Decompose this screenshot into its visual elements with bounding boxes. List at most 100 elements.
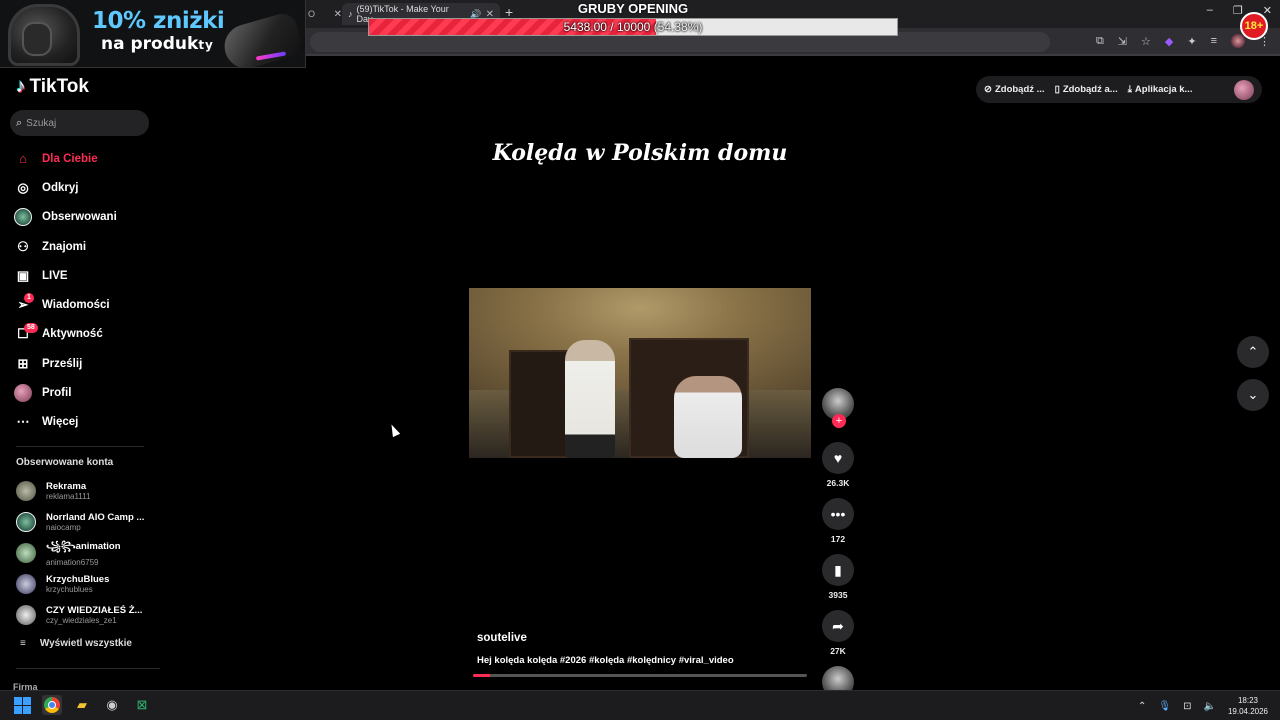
search-icon: ⌕	[16, 116, 23, 129]
bookmark-star-icon[interactable]: ☆	[1141, 35, 1151, 48]
clock[interactable]: 18:23 19.04.2026	[1228, 695, 1268, 717]
list-item[interactable]: KrzychuBlues krzychublues	[16, 568, 156, 599]
list-item[interactable]: ꧁꧂animation animation6759	[16, 538, 156, 569]
clock-time: 18:23	[1237, 696, 1258, 705]
show-all-button[interactable]: ≡ Wyświetl wszystkie	[20, 638, 132, 649]
minimize-button[interactable]: –	[1207, 4, 1213, 17]
search-box[interactable]: ⌕	[10, 110, 149, 136]
sidebar-item-odkryj[interactable]: ◎ Odkryj	[14, 173, 164, 202]
video-author[interactable]: soutelive	[477, 632, 527, 644]
start-button[interactable]	[12, 695, 32, 715]
compass-icon: ◎	[17, 179, 29, 195]
chrome-taskbar-button[interactable]	[42, 695, 62, 715]
extensions-puzzle-icon[interactable]: ✦	[1187, 35, 1196, 48]
bookmark-icon: ▮	[834, 561, 842, 578]
account-name: Rekrama	[46, 481, 87, 493]
close-tab-icon[interactable]: ✕	[334, 9, 342, 20]
list-item[interactable]: Norrland AIO Camp ... naiocamp	[16, 507, 156, 538]
tiktok-logo[interactable]: ♪ TikTok	[16, 76, 89, 98]
list-item[interactable]: Rekrama reklama1111	[16, 476, 156, 507]
tiktok-favicon-icon: ♪	[348, 9, 353, 19]
desktop-app-button[interactable]: ⤓ Aplikacja k...	[1128, 84, 1193, 95]
video-frame-person	[565, 340, 615, 458]
excel-button[interactable]: ⊠	[132, 695, 152, 715]
mouse-cursor-icon	[387, 422, 401, 438]
video-action-bar: + ♥ 26.3K ••• 172 ▮ 3935 ➦ 27K	[821, 388, 855, 698]
extension-icon[interactable]: ◆	[1165, 35, 1173, 48]
obs-icon: ◉	[106, 697, 118, 712]
live-icon: ▣	[16, 267, 30, 283]
browser-profile-icon[interactable]	[1231, 34, 1245, 48]
previous-video-button[interactable]: ⌃	[1237, 336, 1269, 368]
network-icon[interactable]: ⊡	[1183, 701, 1191, 712]
video-progress-fill	[473, 674, 490, 677]
avatar	[16, 512, 36, 533]
reading-list-icon[interactable]: ≡	[1211, 35, 1217, 47]
get-coins-button[interactable]: ⊘ Zdobądź ...	[984, 84, 1045, 95]
list-item[interactable]: CZY WIEDZIAŁEŚ Ż... czy_wiedziales_ze1	[16, 599, 156, 630]
sidebar-item-znajomi[interactable]: ⚇ Znajomi	[14, 232, 164, 261]
volume-icon[interactable]: 🔈	[1204, 701, 1216, 712]
sidebar-item-label: LIVE	[42, 269, 68, 282]
like-count: 26.3K	[826, 478, 850, 488]
divider	[16, 668, 160, 669]
account-handle: reklama1111	[46, 492, 91, 502]
close-window-button[interactable]: ✕	[1263, 4, 1272, 17]
heart-icon: ♥	[833, 450, 843, 466]
follow-plus-icon[interactable]: +	[832, 414, 846, 428]
obs-button[interactable]: ◉	[102, 695, 122, 715]
file-explorer-button[interactable]: ▰	[72, 695, 92, 715]
comment-count: 172	[830, 534, 846, 544]
sidebar-item-profil[interactable]: Profil	[14, 378, 164, 407]
save-button[interactable]: ▮	[822, 554, 854, 586]
sidebar-item-wiadomosci[interactable]: ➢ 1 Wiadomości	[14, 290, 164, 319]
video-player[interactable]	[469, 288, 811, 458]
account-handle: animation6759	[46, 558, 99, 568]
translate-icon[interactable]: ⧉	[1096, 35, 1104, 48]
chevron-up-icon[interactable]: ⌃	[1138, 701, 1146, 712]
avatar	[16, 573, 36, 594]
sidebar-item-aktywnosc[interactable]: ☐ 58 Aktywność	[14, 320, 164, 349]
sidebar-item-przeslij[interactable]: ⊞ Prześlij	[14, 349, 164, 378]
like-button[interactable]: ♥	[822, 442, 854, 474]
avatar	[16, 542, 36, 563]
browser-tab-previous[interactable]: O ✕	[306, 3, 342, 25]
video-description: Hej kolęda kolęda #2026 #kolęda #kolędni…	[477, 655, 734, 666]
restore-button[interactable]: ❐	[1233, 4, 1243, 17]
show-all-label: Wyświetl wszystkie	[39, 638, 132, 649]
friends-icon: ⚇	[17, 238, 29, 254]
video-progress-bar[interactable]	[473, 674, 807, 677]
comment-icon: •••	[830, 506, 846, 522]
excel-icon: ⊠	[136, 697, 148, 712]
sidebar-item-dla-ciebie[interactable]: ⌂ Dla Ciebie	[14, 144, 164, 173]
sidebar-item-wiecej[interactable]: ⋯ Więcej	[14, 408, 164, 437]
divider	[16, 446, 144, 447]
avatar	[16, 481, 36, 502]
goal-percent: (54.38%)	[653, 20, 703, 34]
folder-icon: ▰	[77, 697, 87, 712]
windows-logo-icon	[13, 696, 31, 714]
tiktok-note-icon: ♪	[16, 76, 26, 97]
avatar[interactable]	[1234, 79, 1254, 100]
account-name: Norrland AIO Camp ...	[46, 512, 145, 524]
button-label: Zdobądź ...	[994, 84, 1045, 95]
sidebar-item-obserwowani[interactable]: Obserwowani	[14, 203, 164, 232]
sidebar-item-live[interactable]: ▣ LIVE	[14, 261, 164, 290]
next-video-button[interactable]: ⌄	[1237, 379, 1269, 411]
donation-goal-bar: 5438.00 / 10000 (54.38%)	[368, 18, 898, 36]
comment-button[interactable]: •••	[822, 498, 854, 530]
upload-icon: ⊞	[17, 355, 29, 371]
search-input[interactable]	[26, 117, 127, 129]
list-icon: ≡	[20, 638, 26, 649]
share-button[interactable]: ➦	[822, 610, 854, 642]
following-avatar-icon	[14, 208, 32, 227]
creator-avatar[interactable]: +	[822, 388, 854, 428]
microphone-icon[interactable]: 🎙	[1158, 701, 1171, 712]
get-app-button[interactable]: ▯ Zdobądź a...	[1055, 84, 1118, 95]
share-count: 27K	[830, 646, 846, 656]
install-app-icon[interactable]: ⇲	[1118, 35, 1127, 48]
sidebar-item-label: Prześlij	[42, 357, 83, 370]
sidebar-item-label: Profil	[42, 387, 72, 400]
ad-discount-text: 10% zniżki	[92, 8, 225, 34]
account-handle: krzychublues	[46, 584, 93, 594]
